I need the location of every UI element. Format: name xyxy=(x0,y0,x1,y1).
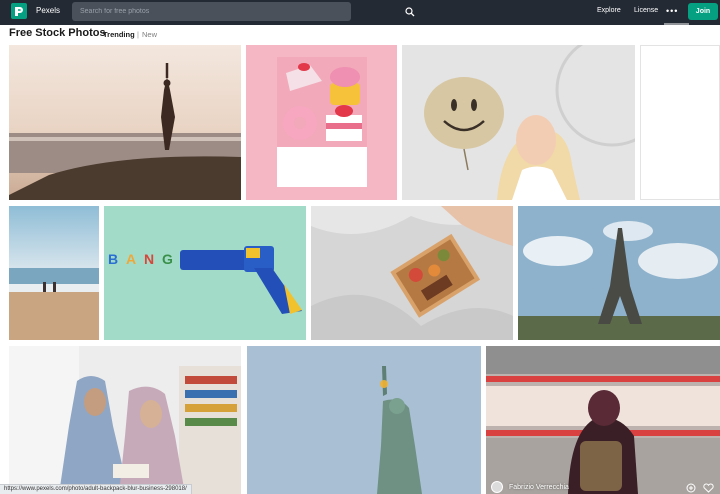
photo-breakfast-in-bed[interactable] xyxy=(311,206,513,340)
search-input[interactable] xyxy=(80,6,320,17)
join-button[interactable]: Join xyxy=(688,3,718,20)
photo-toy-gun-bang[interactable]: B A N G xyxy=(104,206,306,340)
svg-text:A: A xyxy=(126,251,136,267)
status-url-bar: https://www.pexels.com/photo/adult-backp… xyxy=(0,484,192,494)
pexels-logo-glyph xyxy=(15,6,23,16)
nav-license-link[interactable]: License xyxy=(634,7,658,14)
photo-blank-placeholder[interactable] xyxy=(640,45,720,200)
svg-text:N: N xyxy=(144,251,154,267)
photo-eiffel-tower[interactable] xyxy=(518,206,720,340)
photographer-name[interactable]: Fabrizio Verrecchia xyxy=(509,484,569,491)
search-box[interactable] xyxy=(72,2,415,21)
page-title: Free Stock Photos xyxy=(9,27,106,39)
photo-yoga-sunset[interactable] xyxy=(9,45,241,200)
nav-explore-link[interactable]: Explore xyxy=(597,7,621,14)
top-navigation-bar: Pexels Explore License ••• Join xyxy=(0,0,720,25)
photo-statue-of-liberty[interactable] xyxy=(247,346,481,494)
more-menu-icon[interactable]: ••• xyxy=(666,7,678,16)
tab-trending[interactable]: Trending xyxy=(103,30,135,39)
active-menu-underline xyxy=(664,23,689,25)
photo-pastel-desserts[interactable] xyxy=(246,45,397,200)
tab-new[interactable]: New xyxy=(142,30,157,39)
brand-name[interactable]: Pexels xyxy=(36,6,60,15)
collect-icon[interactable] xyxy=(686,483,696,493)
photo-beach-walk[interactable] xyxy=(9,206,99,340)
svg-text:B: B xyxy=(108,251,118,267)
search-icon[interactable] xyxy=(405,7,415,17)
pexels-logo-icon[interactable] xyxy=(11,3,27,19)
avatar[interactable] xyxy=(491,481,503,493)
tab-separator: | xyxy=(137,30,139,39)
heart-icon[interactable] xyxy=(703,483,714,493)
svg-text:G: G xyxy=(162,251,173,267)
photo-two-women-reading[interactable] xyxy=(9,346,241,494)
photo-smiley-balloon[interactable] xyxy=(402,45,635,200)
photo-subway-backpack[interactable] xyxy=(486,346,720,494)
